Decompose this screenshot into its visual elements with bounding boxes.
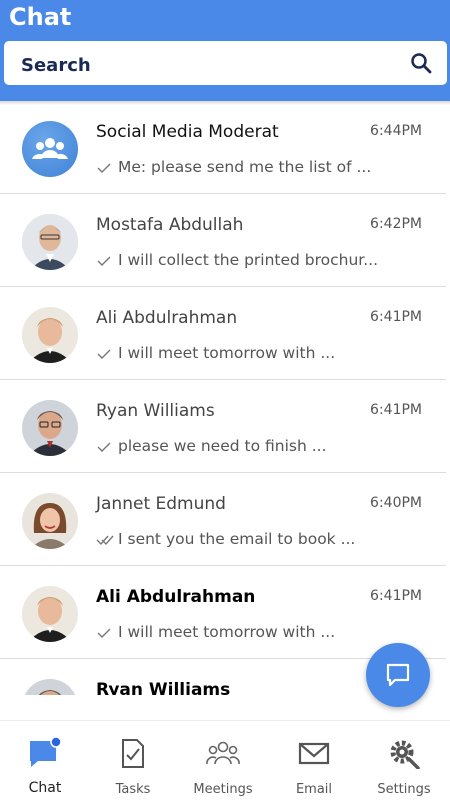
chat-preview: I will meet tomorrow with ...: [96, 623, 335, 641]
chat-message: I will collect the printed brochur...: [118, 251, 379, 269]
tab-label: Chat: [28, 780, 62, 796]
person-photo: [22, 679, 78, 695]
chat-row[interactable]: Ryan Williams 6:41PM please we need to f…: [0, 380, 446, 473]
chat-message: I will meet tomorrow with ...: [118, 344, 336, 362]
group-icon: [32, 138, 68, 159]
chat-time: 6:41PM: [370, 588, 422, 604]
new-chat-button[interactable]: [366, 643, 430, 707]
divider: [0, 101, 450, 105]
chat-time: 6:41PM: [370, 309, 422, 325]
chat-list[interactable]: Social Media Moderat 6:44PM Me: please s…: [0, 101, 450, 695]
chat-row[interactable]: Mostafa Abdullah 6:42PM I will collect t…: [0, 194, 446, 287]
tab-chat[interactable]: Chat: [0, 721, 90, 801]
chat-name: Ryan Williams: [96, 680, 231, 695]
avatar: [22, 400, 78, 456]
person-photo: [22, 214, 78, 270]
chat-name: Ryan Williams: [96, 401, 215, 421]
person-photo: [22, 307, 78, 363]
check-icon: [97, 256, 111, 266]
page-title: Chat: [9, 3, 72, 31]
avatar: [22, 586, 78, 642]
person-photo: [22, 493, 78, 549]
search-icon[interactable]: [409, 51, 433, 75]
chat-preview: I will collect the printed brochur...: [96, 251, 378, 269]
chat-row[interactable]: Ali Abdulrahman 6:41PM I will meet tomor…: [0, 287, 446, 380]
chat-name: Ali Abdulrahman: [96, 587, 256, 607]
chat-name: Ali Abdulrahman: [96, 308, 238, 328]
chat-time: 6:42PM: [370, 216, 422, 232]
chat-message: I sent you the email to book ...: [118, 530, 356, 548]
avatar: [22, 493, 78, 549]
tab-label: Meetings: [193, 782, 253, 797]
chat-time: 6:41PM: [370, 402, 422, 418]
chat-icon: [30, 737, 62, 767]
avatar: [22, 214, 78, 270]
tab-meetings[interactable]: Meetings: [178, 721, 268, 801]
double-check-icon: [96, 535, 114, 545]
check-icon: [97, 349, 111, 359]
chat-message: please we need to finish ...: [118, 437, 327, 455]
person-photo: [22, 400, 78, 456]
chat-row[interactable]: Social Media Moderat 6:44PM Me: please s…: [0, 101, 446, 194]
person-photo: [22, 586, 78, 642]
chat-name: Mostafa Abdullah: [96, 215, 244, 235]
search-placeholder: Search: [21, 55, 91, 76]
chat-preview: please we need to finish ...: [96, 437, 327, 455]
chat-time: 6:40PM: [370, 495, 422, 511]
tasks-icon: [122, 739, 144, 768]
chat-preview: Me: please send me the list of ...: [96, 158, 371, 176]
avatar: [22, 307, 78, 363]
search-input[interactable]: Search: [4, 41, 447, 85]
chat-message: Me: please send me the list of ...: [118, 158, 372, 176]
check-icon: [97, 628, 111, 638]
tab-email[interactable]: Email: [269, 721, 359, 801]
settings-icon: [390, 740, 420, 769]
group-avatar: [22, 121, 78, 177]
message-icon: [386, 663, 410, 687]
email-icon: [298, 742, 330, 765]
check-icon: [97, 442, 111, 452]
tab-label: Email: [295, 782, 333, 797]
tab-tasks[interactable]: Tasks: [88, 721, 178, 801]
tab-label: Settings: [377, 782, 431, 797]
tab-settings[interactable]: Settings: [359, 721, 449, 801]
app-header: Chat Search: [0, 0, 450, 101]
chat-time: 6:44PM: [370, 123, 422, 139]
chat-preview: I sent you the email to book ...: [96, 530, 355, 548]
meetings-icon: [206, 741, 240, 765]
chat-row[interactable]: Jannet Edmund 6:40PM I sent you the emai…: [0, 473, 446, 566]
chat-name: Social Media Moderat: [96, 122, 279, 142]
check-icon: [97, 163, 111, 173]
bottom-tab-bar: Chat Tasks Meetings Email Settings: [0, 720, 450, 800]
chat-row[interactable]: Ali Abdulrahman 6:41PM I will meet tomor…: [0, 566, 446, 659]
chat-preview: I will meet tomorrow with ...: [96, 344, 335, 362]
tab-label: Tasks: [115, 782, 151, 797]
avatar: [22, 679, 78, 695]
chat-name: Jannet Edmund: [96, 494, 226, 514]
chat-message: I will meet tomorrow with ...: [118, 623, 336, 641]
